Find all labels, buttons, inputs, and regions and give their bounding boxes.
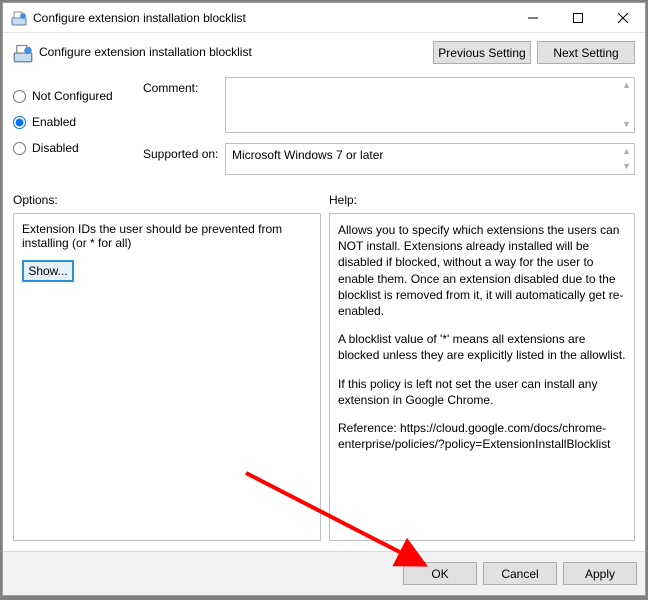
- details-column: Comment: ▲ ▼ Supported on: Microsoft Win…: [143, 77, 635, 179]
- radio-disabled[interactable]: Disabled: [13, 135, 143, 161]
- state-radio-group: Not Configured Enabled Disabled: [13, 77, 143, 179]
- ok-button[interactable]: OK: [403, 562, 477, 585]
- close-button[interactable]: [600, 3, 645, 33]
- radio-label: Not Configured: [32, 89, 113, 103]
- supported-row: Supported on: Microsoft Windows 7 or lat…: [143, 143, 635, 175]
- button-bar: OK Cancel Apply: [3, 551, 645, 595]
- panel-labels: Options: Help:: [13, 193, 635, 207]
- help-paragraph: A blocklist value of '*' means all exten…: [338, 331, 626, 363]
- policy-icon: [11, 10, 27, 26]
- options-label: Options:: [13, 193, 329, 207]
- scroll-down-icon: ▼: [622, 162, 631, 171]
- options-text: Extension IDs the user should be prevent…: [22, 222, 312, 250]
- radio-label: Disabled: [32, 141, 79, 155]
- cancel-button[interactable]: Cancel: [483, 562, 557, 585]
- options-panel: Extension IDs the user should be prevent…: [13, 213, 321, 541]
- titlebar: Configure extension installation blockli…: [3, 3, 645, 33]
- radio-not-configured-input[interactable]: [13, 90, 26, 103]
- panels-row: Extension IDs the user should be prevent…: [13, 213, 635, 541]
- help-paragraph: Reference: https://cloud.google.com/docs…: [338, 420, 626, 452]
- radio-disabled-input[interactable]: [13, 142, 26, 155]
- scroll-up-icon: ▲: [622, 147, 631, 156]
- help-label: Help:: [329, 193, 357, 207]
- radio-enabled-input[interactable]: [13, 116, 26, 129]
- help-paragraph: Allows you to specify which extensions t…: [338, 222, 626, 319]
- radio-enabled[interactable]: Enabled: [13, 109, 143, 135]
- policy-editor-window: Configure extension installation blockli…: [2, 2, 646, 596]
- radio-not-configured[interactable]: Not Configured: [13, 83, 143, 109]
- help-paragraph: If this policy is left not set the user …: [338, 376, 626, 408]
- header-row: Configure extension installation blockli…: [13, 41, 635, 77]
- supported-value: Microsoft Windows 7 or later: [232, 148, 383, 162]
- policy-icon: [13, 43, 33, 63]
- comment-textarea[interactable]: ▲ ▼: [225, 77, 635, 133]
- window-title: Configure extension installation blockli…: [33, 11, 510, 25]
- config-row: Not Configured Enabled Disabled Comment:…: [13, 77, 635, 179]
- previous-setting-button[interactable]: Previous Setting: [433, 41, 531, 64]
- maximize-button[interactable]: [555, 3, 600, 33]
- apply-button[interactable]: Apply: [563, 562, 637, 585]
- content-area: Configure extension installation blockli…: [3, 33, 645, 551]
- policy-title: Configure extension installation blockli…: [39, 41, 427, 59]
- next-setting-button[interactable]: Next Setting: [537, 41, 635, 64]
- scroll-up-icon: ▲: [622, 81, 631, 90]
- supported-field: Microsoft Windows 7 or later ▲ ▼: [225, 143, 635, 175]
- comment-row: Comment: ▲ ▼: [143, 77, 635, 133]
- scroll-down-icon: ▼: [622, 120, 631, 129]
- comment-label: Comment:: [143, 77, 225, 133]
- help-panel: Allows you to specify which extensions t…: [329, 213, 635, 541]
- supported-label: Supported on:: [143, 143, 225, 175]
- minimize-button[interactable]: [510, 3, 555, 33]
- radio-label: Enabled: [32, 115, 76, 129]
- show-button[interactable]: Show...: [22, 260, 74, 282]
